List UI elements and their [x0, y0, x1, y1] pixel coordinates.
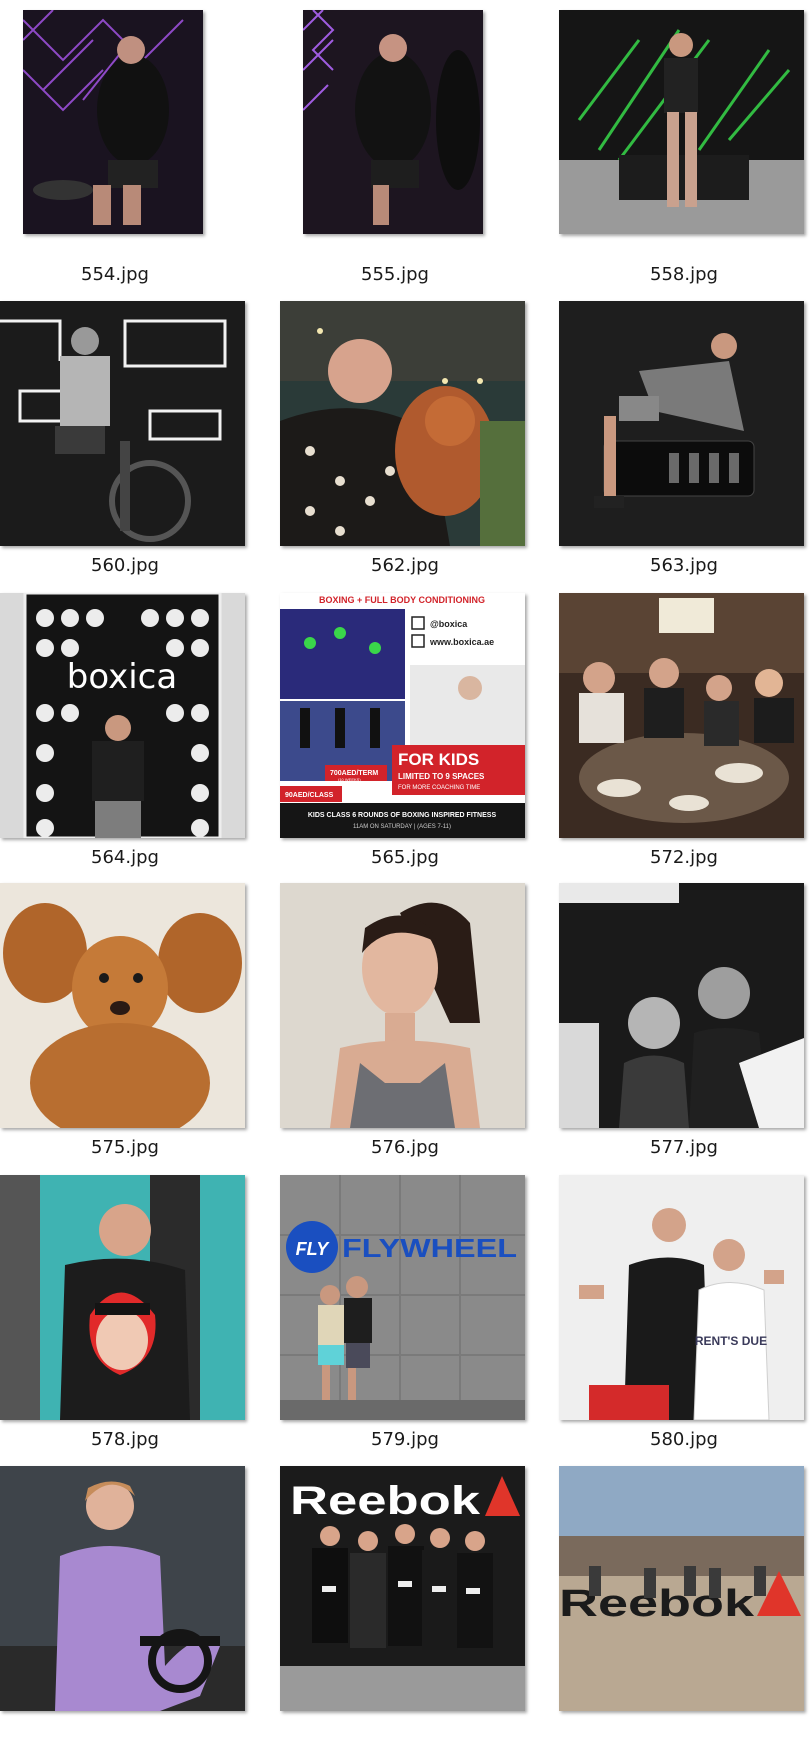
thumbnail-image: RENT'S DUE — [559, 1175, 804, 1420]
file-name-label: 565.jpg — [371, 847, 439, 868]
file-name-label: 576.jpg — [371, 1137, 439, 1158]
file-tile[interactable]: 576.jpg — [280, 883, 550, 1173]
file-tile[interactable]: 555.jpg — [303, 10, 573, 300]
flywheel-badge-text: FLY — [296, 1239, 331, 1259]
file-tile[interactable]: FLY FLYWHEEL 579.jpg — [280, 1175, 550, 1465]
thumbnail-image — [303, 10, 483, 234]
file-tile[interactable]: BOXING + FULL BODY CONDITIONING @boxica … — [280, 593, 550, 883]
thumbnail-image — [559, 10, 804, 234]
thumbnail-image — [280, 301, 525, 546]
boxica-sign-text: boxica — [67, 657, 177, 697]
thumbnail-image: Reebok — [280, 1466, 525, 1711]
flyer-price1-note: (10 WEEKS) — [338, 777, 361, 782]
thumbnail-image: Reebok — [559, 1466, 804, 1711]
flyer-footer2: 11AM ON SATURDAY | (AGES 7-11) — [353, 824, 451, 830]
file-tile[interactable]: RENT'S DUE 580.jpg — [559, 1175, 810, 1465]
file-name-label: 578.jpg — [91, 1429, 159, 1450]
thumbnail-image — [559, 883, 804, 1128]
file-name-label: 575.jpg — [91, 1137, 159, 1158]
file-name-label: 560.jpg — [91, 555, 159, 576]
file-name-label: 555.jpg — [361, 264, 429, 285]
file-name-label: 554.jpg — [81, 264, 149, 285]
flyer-website: www.boxica.ae — [429, 637, 494, 647]
file-tile[interactable]: 558.jpg — [559, 10, 810, 300]
thumbnail-image — [559, 301, 804, 546]
file-tile[interactable]: 563.jpg — [559, 301, 810, 591]
thumbnail-grid: 554.jpg 555.jpg 558.jpg 560.jpg 562.jpg … — [0, 0, 810, 1713]
file-name-label: 563.jpg — [650, 555, 718, 576]
file-name-label: 558.jpg — [650, 264, 718, 285]
file-tile[interactable]: 562.jpg — [280, 301, 550, 591]
file-name-label: 580.jpg — [650, 1429, 718, 1450]
reebok-sign-text: Reebok — [290, 1479, 481, 1523]
thumbnail-image — [280, 883, 525, 1128]
file-name-label: 579.jpg — [371, 1429, 439, 1450]
flyer-handle: @boxica — [430, 619, 468, 629]
thumbnail-image — [0, 1466, 245, 1711]
reebok-ground-sign-text: Reebok — [559, 1583, 755, 1625]
thumbnail-image — [0, 883, 245, 1128]
flyer-footer: KIDS CLASS 6 ROUNDS OF BOXING INSPIRED F… — [308, 812, 497, 819]
thumbnail-image: boxica — [0, 593, 245, 838]
file-tile[interactable]: 578.jpg — [0, 1175, 270, 1465]
flyer-price2: 90AED/CLASS — [285, 792, 334, 799]
file-tile[interactable]: 577.jpg — [559, 883, 810, 1173]
file-name-label: 572.jpg — [650, 847, 718, 868]
thumbnail-image — [0, 301, 245, 546]
thumbnail-image: FLY FLYWHEEL — [280, 1175, 525, 1420]
thumbnail-image — [0, 1175, 245, 1420]
flyer-headline: FOR KIDS — [398, 750, 479, 769]
file-tile[interactable]: 560.jpg — [0, 301, 270, 591]
file-name-label: 562.jpg — [371, 555, 439, 576]
thumbnail-image — [23, 10, 203, 234]
file-tile[interactable]: 572.jpg — [559, 593, 810, 883]
flywheel-sign-text: FLYWHEEL — [342, 1233, 517, 1263]
thumbnail-image — [559, 593, 804, 838]
file-name-label: 577.jpg — [650, 1137, 718, 1158]
file-tile[interactable]: boxica 564.jpg — [0, 593, 270, 883]
thumbnail-image: BOXING + FULL BODY CONDITIONING @boxica … — [280, 593, 525, 838]
shirt-text: RENT'S DUE — [695, 1334, 767, 1348]
flyer-subline2: FOR MORE COACHING TIME — [398, 785, 480, 791]
file-tile[interactable]: 554.jpg — [23, 10, 293, 300]
file-name-label: 564.jpg — [91, 847, 159, 868]
flyer-subline: LIMITED TO 9 SPACES — [398, 772, 485, 781]
flyer-price1: 700AED/TERM — [330, 770, 378, 777]
file-tile[interactable]: 575.jpg — [0, 883, 270, 1173]
flyer-header: BOXING + FULL BODY CONDITIONING — [319, 595, 485, 605]
